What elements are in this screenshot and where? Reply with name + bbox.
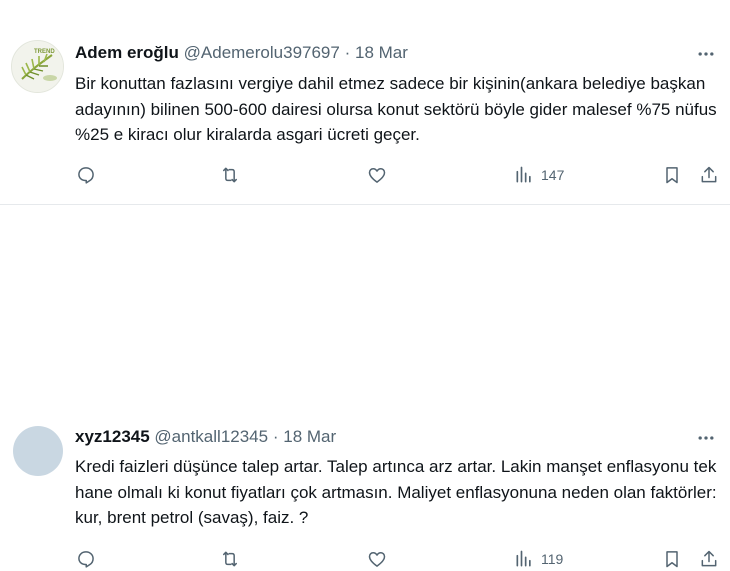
like-icon — [368, 168, 386, 183]
separator: · — [344, 43, 351, 62]
more-icon[interactable] — [696, 44, 716, 64]
handle[interactable]: @antkall12345 — [154, 427, 268, 446]
bookmark-button[interactable] — [662, 547, 682, 571]
views-count: 119 — [541, 551, 564, 567]
like-icon — [368, 552, 386, 567]
views-count: 147 — [541, 167, 565, 183]
bookmark-icon — [666, 167, 678, 184]
share-icon — [701, 550, 717, 567]
views-icon — [516, 550, 531, 567]
retweet-icon — [223, 167, 237, 183]
retweet-button[interactable] — [220, 547, 240, 571]
tweet-2[interactable]: xyz12345 @antkall12345 · 18 Mar Kredi fa… — [0, 205, 730, 568]
avatar-logo-text: TREND — [34, 49, 55, 55]
share-button[interactable] — [699, 163, 719, 187]
reply-button[interactable] — [76, 547, 96, 571]
tweet-text: Bir konuttan fazlasını vergiye dahil etm… — [75, 74, 717, 144]
handle[interactable]: @Ademerolu397697 — [184, 43, 340, 62]
tweet-1[interactable]: TREND Adem eroğlu @Ademerolu397697 · 18 … — [0, 0, 730, 205]
views-button[interactable]: 147 — [514, 163, 564, 187]
tweet-header: Adem eroğlu @Ademerolu397697 · 18 Mar — [75, 42, 408, 64]
like-button[interactable] — [367, 163, 387, 187]
tweet-actions: 119 — [0, 547, 730, 571]
like-button[interactable] — [367, 547, 387, 571]
reply-button[interactable] — [76, 163, 96, 187]
bookmark-icon — [666, 551, 678, 568]
retweet-icon — [223, 551, 237, 567]
display-name[interactable]: Adem eroğlu — [75, 43, 179, 62]
reply-icon — [78, 551, 94, 568]
timestamp[interactable]: 18 Mar — [355, 43, 408, 62]
tweet-text: Kredi faizleri düşünce talep artar. Tale… — [75, 457, 717, 527]
separator: · — [272, 427, 279, 446]
reply-icon — [78, 167, 94, 184]
timestamp[interactable]: 18 Mar — [283, 427, 336, 446]
share-icon — [701, 166, 717, 183]
tweet-header: xyz12345 @antkall12345 · 18 Mar — [75, 426, 336, 448]
views-button[interactable]: 119 — [514, 547, 563, 571]
avatar[interactable] — [13, 426, 63, 476]
views-icon — [516, 166, 531, 183]
bookmark-button[interactable] — [662, 163, 682, 187]
avatar-image: TREND — [12, 41, 63, 92]
share-button[interactable] — [699, 547, 719, 571]
avatar[interactable]: TREND — [11, 40, 64, 93]
retweet-button[interactable] — [220, 163, 240, 187]
tweet-actions: 147 — [0, 163, 730, 187]
display-name[interactable]: xyz12345 — [75, 427, 150, 446]
more-icon[interactable] — [696, 428, 716, 448]
